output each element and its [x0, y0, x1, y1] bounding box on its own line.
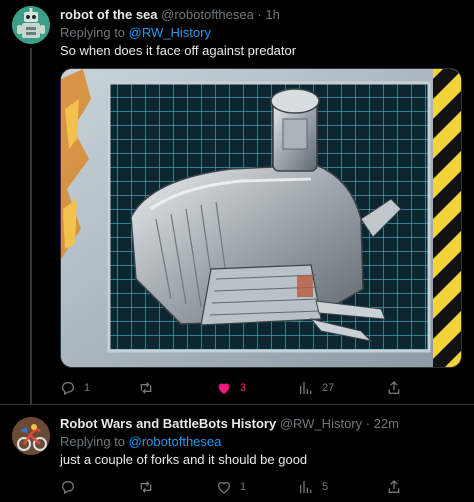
views-icon — [298, 380, 314, 396]
timestamp[interactable]: 22m — [374, 416, 399, 431]
tweet-text: just a couple of forks and it should be … — [60, 452, 308, 467]
views-count: 5 — [322, 481, 329, 493]
tweet[interactable]: robot of the sea @robotofthesea · 1h Rep… — [0, 0, 474, 404]
tweet[interactable]: Robot Wars and BattleBots History @RW_Hi… — [0, 404, 474, 502]
share-icon — [386, 380, 402, 396]
timestamp[interactable]: 1h — [265, 7, 279, 22]
action-bar: 1 3 27 — [60, 378, 410, 398]
separator: · — [362, 416, 374, 431]
display-name[interactable]: robot of the sea — [60, 7, 158, 22]
views-icon — [298, 479, 314, 495]
thread-line — [30, 48, 32, 404]
tweet-header: robot of the sea @robotofthesea · 1h — [60, 6, 464, 23]
views-count: 27 — [322, 382, 335, 394]
replying-to: Replying to @RW_History — [60, 24, 464, 42]
share-button[interactable] — [386, 378, 402, 398]
handle[interactable]: @RW_History — [280, 416, 362, 431]
replying-to-prefix: Replying to — [60, 434, 129, 449]
reply-icon — [60, 380, 76, 396]
mention-link[interactable]: @RW_History — [129, 25, 211, 40]
like-button[interactable]: 3 — [216, 378, 246, 398]
tweet-content: robot of the sea @robotofthesea · 1h Rep… — [60, 6, 464, 60]
retweet-button[interactable] — [138, 378, 162, 398]
share-icon — [386, 479, 402, 495]
share-button[interactable] — [386, 477, 402, 497]
like-count: 3 — [240, 382, 247, 394]
like-button[interactable]: 1 — [216, 477, 246, 497]
action-bar: 1 5 — [60, 477, 410, 497]
heart-icon — [216, 380, 232, 396]
reply-button[interactable] — [60, 477, 84, 497]
avatar[interactable] — [12, 6, 50, 44]
tweet-image[interactable] — [60, 68, 462, 368]
retweet-icon — [138, 380, 154, 396]
robot-photo — [61, 69, 461, 367]
replying-to-prefix: Replying to — [60, 25, 129, 40]
views-button[interactable]: 27 — [298, 378, 334, 398]
avatar[interactable] — [12, 417, 50, 455]
reply-icon — [60, 479, 76, 495]
views-button[interactable]: 5 — [298, 477, 328, 497]
mention-link[interactable]: @robotofthesea — [129, 434, 222, 449]
reply-count: 1 — [84, 382, 91, 394]
reply-button[interactable]: 1 — [60, 378, 90, 398]
retweet-button[interactable] — [138, 477, 162, 497]
heart-icon — [216, 479, 232, 495]
handle[interactable]: @robotofthesea — [161, 7, 254, 22]
tweet-text: So when does it face off against predato… — [60, 43, 297, 58]
replying-to: Replying to @robotofthesea — [60, 433, 464, 451]
retweet-icon — [138, 479, 154, 495]
tweet-header: Robot Wars and BattleBots History @RW_Hi… — [60, 415, 464, 432]
display-name[interactable]: Robot Wars and BattleBots History — [60, 416, 276, 431]
tweet-content: Robot Wars and BattleBots History @RW_Hi… — [60, 415, 464, 469]
like-count: 1 — [240, 481, 247, 493]
separator: · — [253, 7, 266, 22]
